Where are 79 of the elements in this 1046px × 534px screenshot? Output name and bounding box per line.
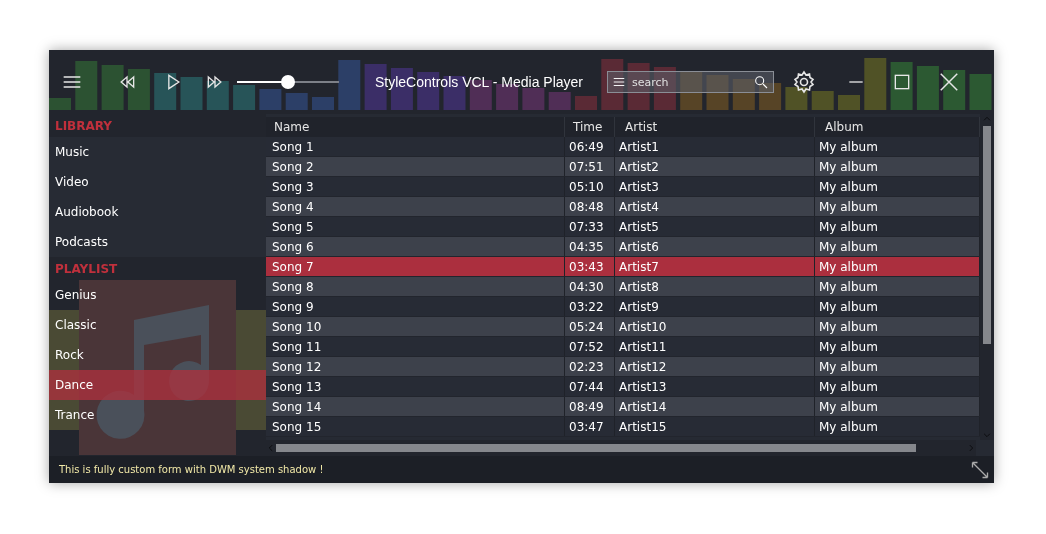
- table-row[interactable]: Song 10 05:24 Artist10 My album: [266, 317, 980, 337]
- table-cell: Song 14: [266, 397, 565, 416]
- table-cell: 08:49: [565, 397, 615, 416]
- table-cell: 04:30: [565, 277, 615, 296]
- table-cell: Artist13: [615, 377, 815, 396]
- table-cell: Artist3: [615, 177, 815, 196]
- table-cell: Artist2: [615, 157, 815, 176]
- table-row[interactable]: Song 3 05:10 Artist3 My album: [266, 177, 980, 197]
- table-cell: Artist5: [615, 217, 815, 236]
- table-cell: 07:52: [565, 337, 615, 356]
- search-icon[interactable]: [753, 74, 769, 90]
- table-row[interactable]: Song 1 06:49 Artist1 My album: [266, 137, 980, 157]
- table-row[interactable]: Song 5 07:33 Artist5 My album: [266, 217, 980, 237]
- slider-thumb[interactable]: [281, 75, 295, 89]
- search-input[interactable]: search: [630, 74, 749, 90]
- table-cell: 05:10: [565, 177, 615, 196]
- table-cell: Artist8: [615, 277, 815, 296]
- table-cell: Artist6: [615, 237, 815, 256]
- sidebar-item[interactable]: Music: [49, 137, 266, 167]
- table-cell: Song 9: [266, 297, 565, 316]
- table-cell: 02:23: [565, 357, 615, 376]
- sidebar-item[interactable]: Video: [49, 167, 266, 197]
- table-row[interactable]: Song 4 08:48 Artist4 My album: [266, 197, 980, 217]
- sidebar-item[interactable]: Classic: [49, 310, 266, 340]
- table-cell: Song 4: [266, 197, 565, 216]
- table-cell: Song 5: [266, 217, 565, 236]
- table-cell: Song 15: [266, 417, 565, 436]
- table-cell: 07:44: [565, 377, 615, 396]
- table-cell: Artist12: [615, 357, 815, 376]
- table-cell: Song 7: [266, 257, 565, 276]
- table-cell: Song 10: [266, 317, 565, 336]
- table-row[interactable]: Song 15 03:47 Artist15 My album: [266, 417, 980, 437]
- section-header: PLAYLIST: [54, 260, 119, 278]
- table-cell: 03:47: [565, 417, 615, 436]
- table-cell: 05:24: [565, 317, 615, 336]
- table-cell: Artist14: [615, 397, 815, 416]
- table-row[interactable]: Song 7 03:43 Artist7 My album: [266, 257, 980, 277]
- table-row[interactable]: Song 12 02:23 Artist12 My album: [266, 357, 980, 377]
- table-cell: Song 1: [266, 137, 565, 156]
- table-row[interactable]: Song 13 07:44 Artist13 My album: [266, 377, 980, 397]
- sidebar-item[interactable]: Trance: [49, 400, 266, 430]
- table-cell: 06:49: [565, 137, 615, 156]
- table-cell: Song 3: [266, 177, 565, 196]
- table-cell: 08:48: [565, 197, 615, 216]
- table-cell: Artist11: [615, 337, 815, 356]
- table-row[interactable]: Song 11 07:52 Artist11 My album: [266, 337, 980, 357]
- sidebar-item[interactable]: Rock: [49, 340, 266, 370]
- table-cell: Song 2: [266, 157, 565, 176]
- table-cell: 04:35: [565, 237, 615, 256]
- table-row[interactable]: Song 6 04:35 Artist6 My album: [266, 237, 980, 257]
- table-cell: Artist10: [615, 317, 815, 336]
- table-cell: Artist9: [615, 297, 815, 316]
- status-text: This is fully custom form with DWM system shadow !: [59, 464, 324, 475]
- table-cell: Song 8: [266, 277, 565, 296]
- table-cell: Artist7: [615, 257, 815, 276]
- table-cell: 03:43: [565, 257, 615, 276]
- table-cell: Song 13: [266, 377, 565, 396]
- table-row[interactable]: Song 2 07:51 Artist2 My album: [266, 157, 980, 177]
- table-row[interactable]: Song 14 08:49 Artist14 My album: [266, 397, 980, 417]
- sidebar-item[interactable]: Genius: [49, 280, 266, 310]
- search-field[interactable]: search: [607, 71, 774, 93]
- sidebar-item[interactable]: Podcasts: [49, 227, 266, 257]
- table-cell: Song 6: [266, 237, 565, 256]
- section-header: LIBRARY: [54, 117, 114, 135]
- table-cell: Artist1: [615, 137, 815, 156]
- table-row[interactable]: Song 9 03:22 Artist9 My album: [266, 297, 980, 317]
- sidebar-item[interactable]: Dance: [49, 370, 266, 400]
- resize-icon[interactable]: [970, 459, 990, 480]
- table-cell: Artist4: [615, 197, 815, 216]
- list-icon: [612, 75, 626, 89]
- table-cell: Song 11: [266, 337, 565, 356]
- table-row[interactable]: Song 8 04:30 Artist8 My album: [266, 277, 980, 297]
- window-title: StyleControls VCL - Media Player: [375, 74, 583, 90]
- table-cell: Artist15: [615, 417, 815, 436]
- sidebar-item[interactable]: Audiobook: [49, 197, 266, 227]
- table-cell: Song 12: [266, 357, 565, 376]
- table-cell: 07:51: [565, 157, 615, 176]
- table-cell: 07:33: [565, 217, 615, 236]
- table-cell: 03:22: [565, 297, 615, 316]
